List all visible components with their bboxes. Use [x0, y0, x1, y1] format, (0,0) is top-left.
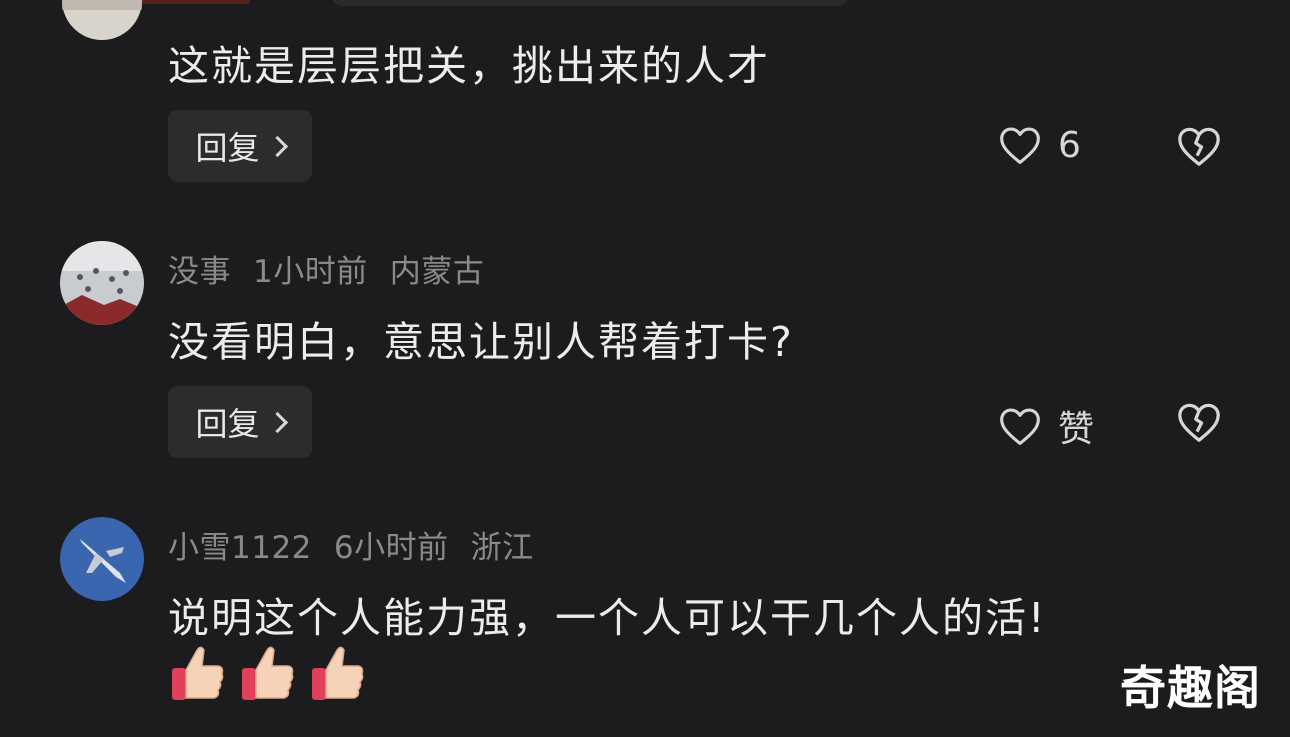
watermark: 奇趣阁	[1120, 661, 1261, 715]
like-count: 赞	[1058, 409, 1095, 450]
thumbs-up-emoji	[172, 646, 224, 700]
username[interactable]: 没事	[168, 254, 231, 290]
username[interactable]: 小雪1122	[168, 530, 312, 566]
heart-outline-icon	[1000, 127, 1040, 164]
reply-button[interactable]: 回复	[168, 110, 312, 182]
chevron-right-icon	[266, 135, 288, 157]
avatar[interactable]	[60, 517, 144, 601]
location: 内蒙古	[389, 254, 485, 290]
reply-label: 回复	[195, 405, 260, 443]
thumbs-up-emoji	[242, 646, 294, 700]
dislike-button[interactable]	[1176, 400, 1222, 448]
reply-button[interactable]: 回复	[168, 386, 312, 458]
like-button[interactable]: 赞	[998, 400, 1094, 452]
top-cutoff-element	[132, 0, 250, 4]
avatar[interactable]	[62, 0, 142, 46]
comment-text: 没看明白，意思让别人帮着打卡?	[168, 318, 794, 366]
broken-heart-icon	[1178, 403, 1220, 442]
timestamp: 1小时前	[253, 254, 368, 290]
thumbs-up-emoji	[312, 646, 364, 700]
location: 浙江	[470, 530, 534, 566]
comment-text: 说明这个人能力强，一个人可以干几个人的活!	[168, 594, 1047, 642]
reply-label: 回复	[195, 129, 260, 167]
chevron-right-icon	[266, 411, 288, 433]
avatar[interactable]	[60, 241, 144, 325]
like-button[interactable]: 6	[998, 124, 1081, 166]
comment-meta: 小雪1122 6小时前 浙江	[168, 522, 556, 567]
heart-outline-icon	[1000, 408, 1040, 445]
emoji-row	[170, 642, 366, 704]
broken-heart-icon	[1178, 127, 1220, 166]
top-cutoff-pill	[330, 0, 850, 6]
comment-meta: 没事 1小时前 内蒙古	[168, 246, 506, 291]
like-count: 6	[1058, 124, 1081, 166]
timestamp: 6小时前	[333, 530, 449, 566]
comment-text: 这就是层层把关，挑出来的人才	[168, 42, 770, 90]
dislike-button[interactable]	[1176, 124, 1222, 172]
